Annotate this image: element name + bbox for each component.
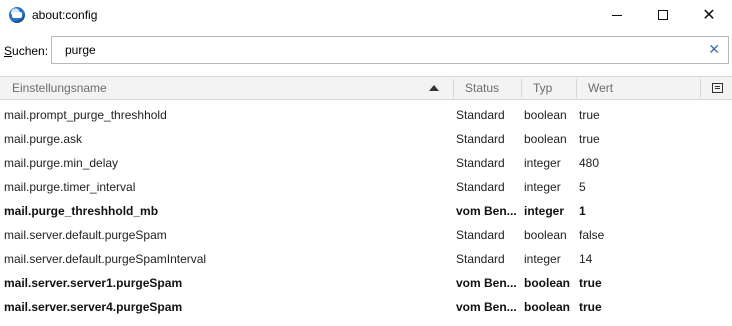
cell-name: mail.server.default.purgeSpamInterval: [4, 252, 207, 266]
cell-name: mail.server.default.purgeSpam: [4, 228, 167, 242]
cell-status: Standard: [456, 156, 505, 170]
table-row[interactable]: mail.server.server1.purgeSpam vom Ben...…: [0, 271, 732, 295]
column-divider[interactable]: [576, 79, 577, 98]
column-header-status[interactable]: Status: [465, 81, 499, 95]
cell-name: mail.purge.timer_interval: [4, 180, 136, 194]
table-row[interactable]: mail.server.default.purgeSpam Standard b…: [0, 223, 732, 247]
table-row[interactable]: mail.prompt_purge_threshhold Standard bo…: [0, 103, 732, 127]
cell-name: mail.prompt_purge_threshhold: [4, 108, 167, 122]
cell-typ: integer: [524, 180, 561, 194]
thunderbird-icon: [9, 7, 25, 23]
table-row[interactable]: mail.purge.min_delay Standard integer 48…: [0, 151, 732, 175]
title-bar: about:config ✕: [0, 0, 732, 30]
cell-wert: 5: [579, 180, 586, 194]
sort-ascending-icon: [429, 85, 439, 91]
search-label: Suchen:: [4, 44, 49, 58]
search-input[interactable]: [65, 43, 665, 57]
cell-status: Standard: [456, 108, 505, 122]
window-title: about:config: [32, 8, 98, 22]
cell-status: Standard: [456, 132, 505, 146]
cell-wert: true: [579, 300, 602, 314]
table-header: Einstellungsname Status Typ Wert: [0, 76, 732, 100]
cell-wert: true: [579, 132, 600, 146]
cell-wert: false: [579, 228, 605, 242]
column-divider[interactable]: [453, 79, 454, 98]
column-header-name[interactable]: Einstellungsname: [12, 81, 107, 95]
minimize-button[interactable]: [594, 0, 640, 30]
table-row[interactable]: mail.purge_threshhold_mb vom Ben... inte…: [0, 199, 732, 223]
column-picker-icon[interactable]: [712, 83, 723, 93]
cell-status: Standard: [456, 180, 505, 194]
cell-typ: integer: [524, 156, 561, 170]
cell-name: mail.purge.ask: [4, 132, 83, 146]
table-row[interactable]: mail.server.default.purgeSpamInterval St…: [0, 247, 732, 271]
cell-typ: boolean: [524, 132, 567, 146]
table-body: mail.prompt_purge_threshhold Standard bo…: [0, 103, 732, 319]
cell-status: vom Ben...: [456, 300, 517, 314]
table-row[interactable]: mail.server.server4.purgeSpam vom Ben...…: [0, 295, 732, 319]
minimize-icon: [612, 14, 622, 16]
cell-status: Standard: [456, 252, 505, 266]
cell-typ: boolean: [524, 276, 571, 290]
column-header-wert[interactable]: Wert: [588, 81, 613, 95]
cell-wert: 14: [579, 252, 593, 266]
cell-status: vom Ben...: [456, 276, 517, 290]
cell-wert: 1: [579, 204, 586, 218]
cell-name: mail.purge_threshhold_mb: [4, 204, 159, 218]
cell-name: mail.server.server1.purgeSpam: [4, 276, 183, 290]
column-header-typ[interactable]: Typ: [533, 81, 552, 95]
search-row: Suchen: ✕: [0, 34, 732, 66]
clear-x-icon[interactable]: ✕: [708, 41, 720, 58]
search-box[interactable]: ✕: [51, 36, 729, 64]
cell-status: Standard: [456, 228, 505, 242]
cell-typ: integer: [524, 252, 561, 266]
maximize-button[interactable]: [640, 0, 686, 30]
table-row[interactable]: mail.purge.timer_interval Standard integ…: [0, 175, 732, 199]
close-button[interactable]: ✕: [686, 0, 732, 30]
maximize-icon: [658, 10, 668, 20]
cell-status: vom Ben...: [456, 204, 517, 218]
close-icon: ✕: [702, 7, 716, 24]
table-row[interactable]: mail.purge.ask Standard boolean true: [0, 127, 732, 151]
cell-name: mail.server.server4.purgeSpam: [4, 300, 183, 314]
cell-wert: 480: [579, 156, 600, 170]
column-divider[interactable]: [700, 79, 701, 98]
cell-typ: boolean: [524, 228, 567, 242]
column-divider[interactable]: [521, 79, 522, 98]
cell-name: mail.purge.min_delay: [4, 156, 119, 170]
cell-wert: true: [579, 276, 602, 290]
cell-typ: integer: [524, 204, 565, 218]
cell-typ: boolean: [524, 108, 567, 122]
cell-wert: true: [579, 108, 600, 122]
cell-typ: boolean: [524, 300, 571, 314]
